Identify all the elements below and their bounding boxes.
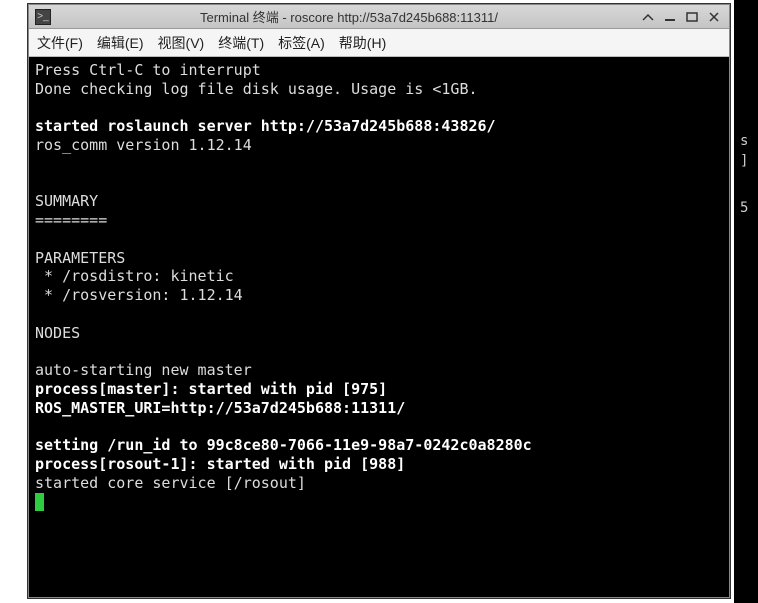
- output-line: started roslaunch server http://53a7d245…: [35, 117, 496, 135]
- output-line: setting /run_id to 99c8ce80-7066-11e9-98…: [35, 436, 532, 454]
- output-line: SUMMARY: [35, 192, 98, 210]
- output-line: Done checking log file disk usage. Usage…: [35, 80, 478, 98]
- output-line: ros_comm version 1.12.14: [35, 136, 252, 154]
- window-title: Terminal 终端 - roscore http://53a7d245b68…: [59, 7, 639, 26]
- menu-tabs[interactable]: 标签(A): [278, 33, 325, 53]
- strip-char: ]: [734, 152, 758, 172]
- terminal-window: >_ Terminal 终端 - roscore http://53a7d245…: [28, 4, 730, 598]
- menu-help[interactable]: 帮助(H): [339, 33, 386, 53]
- output-line: ========: [35, 211, 107, 229]
- output-line: Press Ctrl-C to interrupt: [35, 61, 261, 79]
- titlebar[interactable]: >_ Terminal 终端 - roscore http://53a7d245…: [29, 5, 729, 29]
- output-line: process[master]: started with pid [975]: [35, 380, 387, 398]
- output-line: process[rosout-1]: started with pid [988…: [35, 455, 405, 473]
- background-window-strip: s ] 5: [734, 0, 758, 603]
- terminal-output[interactable]: Press Ctrl-C to interrupt Done checking …: [29, 57, 729, 597]
- minimize-button[interactable]: [661, 9, 679, 25]
- output-line: started core service [/rosout]: [35, 474, 306, 492]
- output-line: NODES: [35, 324, 80, 342]
- output-line: * /rosversion: 1.12.14: [35, 286, 243, 304]
- strip-char: 5: [734, 199, 758, 219]
- maximize-button[interactable]: [683, 9, 701, 25]
- menu-terminal[interactable]: 终端(T): [218, 33, 264, 53]
- window-controls: [639, 9, 723, 25]
- shade-button[interactable]: [639, 9, 657, 25]
- output-line: ROS_MASTER_URI=http://53a7d245b688:11311…: [35, 399, 405, 417]
- output-line: PARAMETERS: [35, 249, 125, 267]
- output-line: auto-starting new master: [35, 361, 252, 379]
- menu-edit[interactable]: 编辑(E): [97, 33, 144, 53]
- output-line: * /rosdistro: kinetic: [35, 267, 234, 285]
- close-button[interactable]: [705, 9, 723, 25]
- strip-char: s: [734, 132, 758, 152]
- menu-view[interactable]: 视图(V): [158, 33, 205, 53]
- terminal-icon: >_: [35, 9, 51, 25]
- terminal-cursor: [35, 493, 44, 511]
- menubar: 文件(F) 编辑(E) 视图(V) 终端(T) 标签(A) 帮助(H): [29, 29, 729, 57]
- menu-file[interactable]: 文件(F): [37, 33, 83, 53]
